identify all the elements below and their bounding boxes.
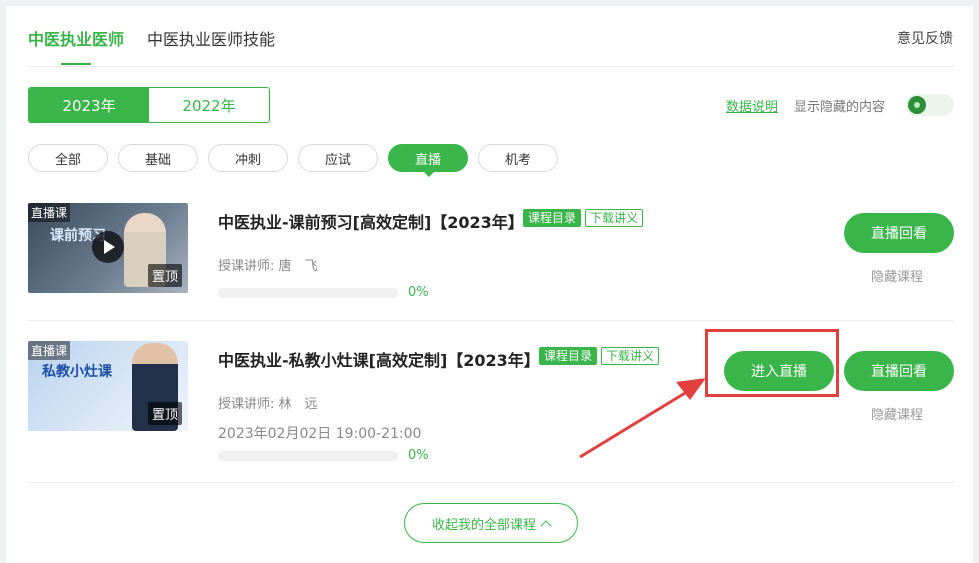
annotation-arrow-icon: [579, 378, 706, 459]
